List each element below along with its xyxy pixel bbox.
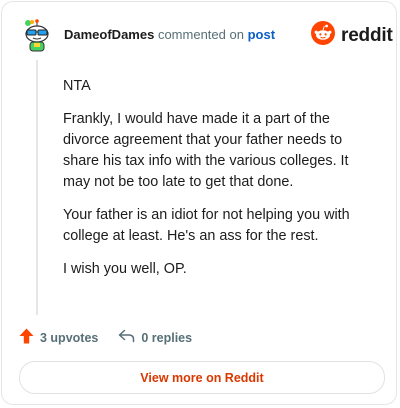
upvote-arrow-icon [19, 328, 40, 347]
thread-line[interactable] [36, 60, 38, 315]
post-link[interactable]: post [248, 27, 275, 42]
reddit-logo[interactable]: reddit [311, 21, 393, 50]
upvote-count: 3 upvotes [40, 330, 99, 345]
reply-button[interactable]: 0 replies [118, 329, 192, 346]
comment-paragraph: NTA [63, 78, 91, 94]
action-text: commented on [157, 27, 244, 42]
user-avatar-icon[interactable] [22, 19, 52, 53]
comment-actions: 3 upvotes 0 replies [19, 328, 192, 347]
comment-paragraph: Frankly, I would have made it a part of … [63, 111, 349, 190]
upvote-button[interactable]: 3 upvotes [19, 328, 98, 347]
comment-body: NTA Frankly, I would have made it a part… [63, 76, 363, 292]
reply-count: 0 replies [141, 330, 193, 345]
comment-paragraph: Your father is an idiot for not helping … [63, 207, 350, 244]
comment-header: DameofDames commented on post [64, 27, 275, 42]
comment-paragraph: I wish you well, OP. [63, 261, 187, 277]
embed-card: DameofDames commented on post reddit NTA… [1, 1, 397, 405]
brand-name: reddit [341, 24, 393, 46]
view-more-button[interactable]: View more on Reddit [19, 361, 385, 394]
reply-arrow-icon [118, 329, 141, 346]
reddit-snoo-icon [311, 21, 335, 50]
username[interactable]: DameofDames [64, 27, 154, 42]
